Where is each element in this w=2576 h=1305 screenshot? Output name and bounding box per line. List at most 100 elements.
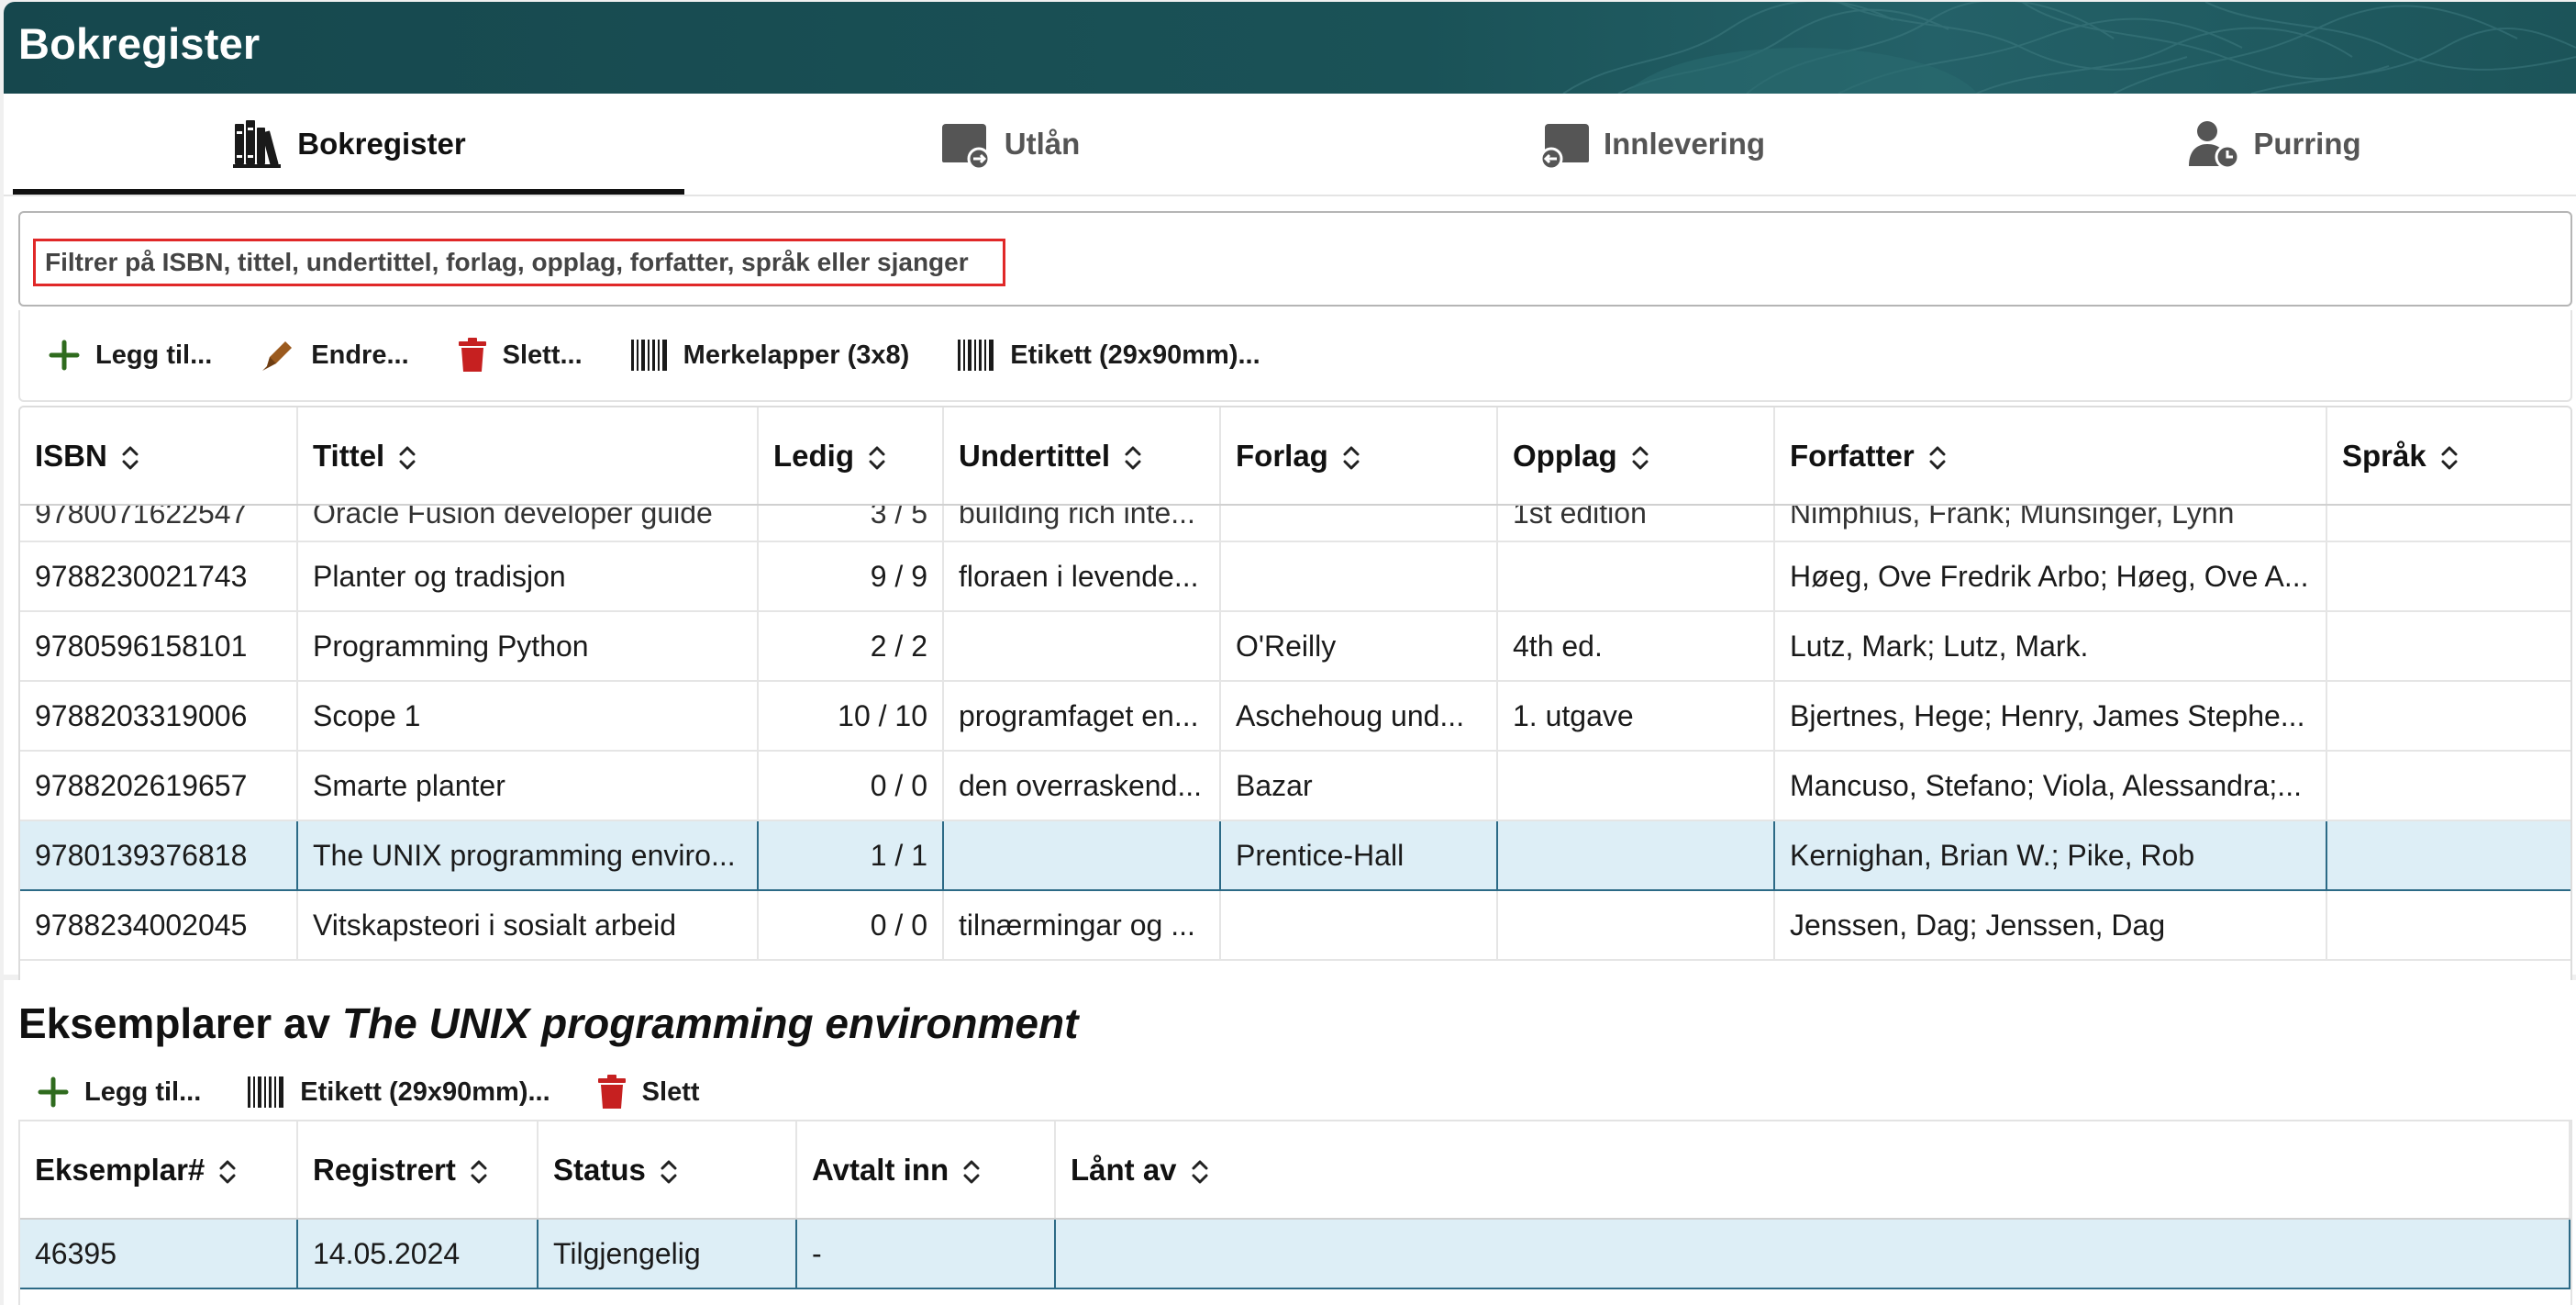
sort-icon <box>1929 446 1946 470</box>
trash-icon <box>458 338 486 372</box>
available-cell: 1 / 1 <box>758 820 944 891</box>
print-copy-label-button[interactable]: Etikett (29x90mm)... <box>247 1075 550 1110</box>
tab-purring[interactable]: Purring <box>1972 94 2576 195</box>
edit-book-button[interactable]: Endre... <box>260 337 409 374</box>
author-cell: Jenssen, Dag; Jenssen, Dag <box>1774 890 2327 961</box>
book-register-panel: Bokregister Utlån Innlevering Purring Fi… <box>4 94 2576 1055</box>
available-cell: 0 / 0 <box>758 751 944 821</box>
title-cell: Scope 1 <box>297 681 759 752</box>
table-row[interactable]: 9780071622547 Oracle Fusion developer gui… <box>20 505 2570 542</box>
sort-icon <box>219 1160 236 1184</box>
column-header-label: Undertittel <box>959 438 1110 473</box>
subtitle-cell <box>943 820 1221 891</box>
print-label-label: Etikett (29x90mm)... <box>1010 340 1260 370</box>
isbn-cell: 9788202619657 <box>20 751 298 821</box>
tab-bokregister[interactable]: Bokregister <box>9 94 688 195</box>
column-header[interactable]: Opplag <box>1497 407 1775 506</box>
available-cell: 2 / 2 <box>758 611 944 682</box>
table-row[interactable]: 9780139376818 The UNIX programming enviro… <box>20 820 2570 891</box>
column-header-label: Språk <box>2342 438 2426 473</box>
subtitle-cell: den overraskend... <box>943 751 1221 821</box>
column-header-label: Registrert <box>313 1152 456 1187</box>
column-header[interactable]: Undertittel <box>943 407 1221 506</box>
isbn-cell: 9788230021743 <box>20 541 298 612</box>
copies-title: Eksemplarer av The UNIX programming envi… <box>18 998 1078 1048</box>
books-icon <box>233 120 282 168</box>
delete-copy-button[interactable]: Slett <box>596 1074 700 1110</box>
column-header[interactable]: Eksemplar# <box>20 1121 298 1220</box>
table-row[interactable]: 9788234002045 Vitskapsteori i sosialt arb… <box>20 890 2570 961</box>
isbn-cell: 9780596158101 <box>20 611 298 682</box>
cell-text: Oracle Fusion developer guide <box>313 505 713 530</box>
language-cell <box>2326 541 2570 612</box>
author-cell: Kernighan, Brian W.; Pike, Rob <box>1774 820 2327 891</box>
column-header[interactable]: Status <box>538 1121 797 1220</box>
table-row[interactable]: 9788230021743 Planter og tradisjon 9 / 9 fl… <box>20 541 2570 612</box>
tab-label: Innlevering <box>1603 127 1766 161</box>
copies-toolbar: Legg til... Etikett (29x90mm)... Slett <box>18 1065 746 1120</box>
cell-text: 3 / 5 <box>870 505 927 530</box>
print-label-button[interactable]: Etikett (29x90mm)... <box>957 338 1260 373</box>
sort-icon <box>471 1160 487 1184</box>
column-header[interactable]: ISBN <box>20 407 298 506</box>
publisher-cell <box>1220 505 1498 542</box>
column-header[interactable]: Språk <box>2326 407 2570 506</box>
column-header[interactable]: Avtalt inn <box>796 1121 1056 1220</box>
status-cell: Tilgjengelig <box>538 1218 797 1289</box>
table-row[interactable]: 9788203319006 Scope 1 10 / 10 programfaget … <box>20 681 2570 752</box>
column-header-label: Avtalt inn <box>812 1152 949 1187</box>
publisher-cell <box>1220 541 1498 612</box>
copies-title-book: The UNIX programming environment <box>341 999 1079 1047</box>
book-table: ISBN Tittel Ledig Undertittel Forlag Opplag Fo… <box>18 406 2572 1055</box>
subtitle-cell: floraen i levende... <box>943 541 1221 612</box>
column-header[interactable]: Ledig <box>758 407 944 506</box>
book-toolbar: Legg til... Endre... Slett... Merkelappe… <box>18 310 2572 402</box>
edition-cell <box>1497 751 1775 821</box>
barcode-icon <box>248 1076 284 1108</box>
column-header-label: ISBN <box>35 438 107 473</box>
sort-icon <box>1125 446 1141 470</box>
language-cell <box>2326 611 2570 682</box>
print-labels-label: Merkelapper (3x8) <box>683 340 910 370</box>
book-table-body: 9780071622547 Oracle Fusion developer gui… <box>20 505 2570 961</box>
delete-copy-label: Slett <box>641 1076 700 1107</box>
title-cell: The UNIX programming enviro... <box>297 820 759 891</box>
column-header[interactable]: Registrert <box>297 1121 539 1220</box>
copy-id-cell: 46395 <box>20 1218 298 1289</box>
available-cell: 3 / 5 <box>758 505 944 542</box>
sort-icon <box>399 446 416 470</box>
language-cell <box>2326 820 2570 891</box>
user-clock-icon <box>2189 121 2240 170</box>
title-cell: Oracle Fusion developer guide <box>297 505 759 542</box>
print-labels-button[interactable]: Merkelapper (3x8) <box>630 338 910 373</box>
tab-utlan[interactable]: Utlån <box>688 94 1330 195</box>
due-cell: - <box>796 1218 1056 1289</box>
cell-text: 1st edition <box>1513 505 1647 530</box>
title-cell: Programming Python <box>297 611 759 682</box>
column-header[interactable]: Forfatter <box>1774 407 2327 506</box>
add-book-button[interactable]: Legg til... <box>48 339 212 372</box>
edition-cell: 1st edition <box>1497 505 1775 542</box>
copies-table-body: 46395 14.05.2024 Tilgjengelig - <box>20 1218 2570 1289</box>
column-header[interactable]: Tittel <box>297 407 759 506</box>
column-header-label: Lånt av <box>1071 1152 1177 1187</box>
add-copy-button[interactable]: Legg til... <box>37 1076 201 1109</box>
isbn-cell: 9788203319006 <box>20 681 298 752</box>
tab-label: Utlån <box>1004 127 1081 161</box>
filter-input[interactable] <box>33 239 1005 286</box>
column-header[interactable]: Lånt av <box>1055 1121 2570 1220</box>
author-cell: Høeg, Ove Fredrik Arbo; Høeg, Ove A... <box>1774 541 2327 612</box>
isbn-cell: 9780139376818 <box>20 820 298 891</box>
subtitle-cell: tilnærmingar og ... <box>943 890 1221 961</box>
cell-text: 9780071622547 <box>35 505 248 530</box>
table-row[interactable]: 9788202619657 Smarte planter 0 / 0 den over… <box>20 751 2570 821</box>
column-header[interactable]: Forlag <box>1220 407 1498 506</box>
language-cell <box>2326 505 2570 542</box>
table-row[interactable]: 46395 14.05.2024 Tilgjengelig - <box>20 1218 2570 1289</box>
table-row[interactable]: 9780596158101 Programming Python 2 / 2 O'Re… <box>20 611 2570 682</box>
delete-book-button[interactable]: Slett... <box>457 337 583 374</box>
copies-table: Eksemplar# Registrert Status Avtalt inn Lånt… <box>18 1120 2572 1305</box>
sort-icon <box>963 1160 980 1184</box>
publisher-cell: O'Reilly <box>1220 611 1498 682</box>
tab-innlevering[interactable]: Innlevering <box>1330 94 1972 195</box>
